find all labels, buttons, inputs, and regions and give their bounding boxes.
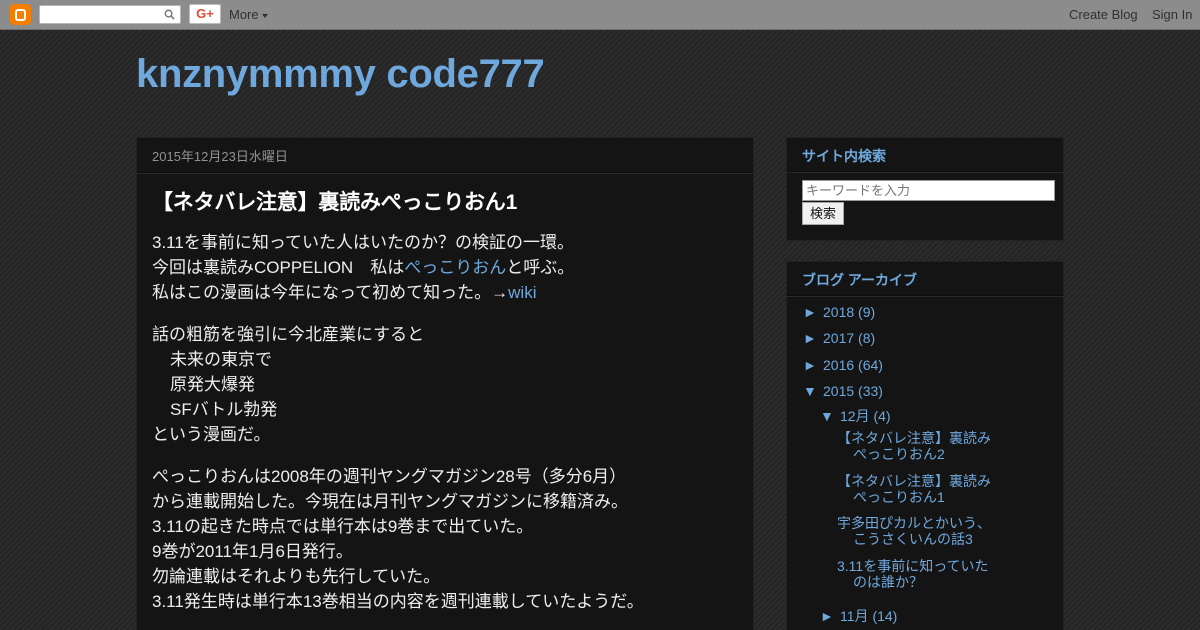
text-line: 未来の東京で [170, 350, 272, 369]
archive-count: (8) [858, 330, 876, 346]
archive-year-2015[interactable]: ▼ 2015 (33) [803, 383, 883, 399]
more-label: More [229, 7, 259, 22]
archive-year-2018[interactable]: ► 2018 (9) [803, 304, 875, 320]
expand-arrow-icon[interactable]: ► [820, 608, 840, 624]
blogger-logo-icon[interactable] [10, 4, 31, 25]
archive-count: (14) [872, 608, 898, 624]
site-search-widget: サイト内検索 検索 [786, 137, 1064, 241]
text-line: という漫画だ。 [152, 425, 271, 444]
collapse-arrow-icon[interactable]: ▼ [820, 408, 840, 424]
search-icon[interactable] [164, 9, 175, 20]
archive-month-november[interactable]: ► 11月 (14) [820, 606, 897, 626]
expand-arrow-icon[interactable]: ► [803, 357, 823, 373]
pekkorion-link[interactable]: ぺっこりおん [404, 258, 506, 277]
archive-month-december[interactable]: ▼ 12月 (4) [820, 406, 891, 426]
text-line: 話の粗筋を強引に今北産業にすると [152, 325, 425, 344]
archive-label[interactable]: 2017 [823, 330, 854, 346]
text-line: から連載開始した。今現在は月刊ヤングマガジンに移籍済み。 [152, 492, 628, 511]
archive-year-2017[interactable]: ► 2017 (8) [803, 330, 875, 346]
archive-label[interactable]: 2018 [823, 304, 854, 320]
archive-count: (4) [873, 408, 891, 424]
text-line: 勿論連載はそれよりも先行していた。 [152, 567, 441, 586]
archive-post-link[interactable]: 3.11を事前に知っていたのは誰か？ [837, 558, 997, 590]
archive-label[interactable]: 2015 [823, 383, 854, 399]
widget-title: サイト内検索 [787, 138, 1063, 172]
archive-count: (9) [858, 304, 876, 320]
collapse-arrow-icon[interactable]: ▼ [803, 383, 823, 399]
archive-label[interactable]: 11月 [840, 608, 869, 624]
search-button[interactable]: 検索 [802, 202, 844, 225]
post-date: 2015年12月23日水曜日 [137, 138, 753, 173]
main-column: 2015年12月23日水曜日 【ネタバレ注意】裏読みぺっこりおん1 3.11を事… [136, 137, 754, 630]
more-menu[interactable]: More [229, 7, 268, 22]
paragraph-history: ぺっこりおんは2008年の週刊ヤングマガジン28号（多分6月） から連載開始した… [152, 464, 738, 614]
text-fragment: と呼ぶ。 [506, 258, 575, 277]
divider [787, 296, 1063, 297]
google-plus-button[interactable]: G+ [189, 4, 221, 24]
text-line: 3.11を事前に知っていた人はいたのか？の検証の一環。 [152, 233, 574, 252]
archive-post-link[interactable]: 【ネタバレ注意】裏読みぺっこりおん1 [837, 473, 997, 505]
archive-count: (33) [858, 383, 883, 399]
archive-label[interactable]: 12月 [840, 408, 870, 424]
wiki-link[interactable]: wiki [508, 283, 536, 302]
paragraph-summary: 話の粗筋を強引に今北産業にすると 未来の東京で 原発大爆発 SFバトル勃発 とい… [152, 322, 738, 447]
archive-year-2016[interactable]: ► 2016 (64) [803, 357, 883, 373]
keyword-search-input[interactable] [802, 180, 1055, 201]
expand-arrow-icon[interactable]: ► [803, 304, 823, 320]
divider [787, 172, 1063, 173]
create-blog-link[interactable]: Create Blog [1069, 7, 1138, 22]
text-line: 今回は裏読みCOPPELION 私はぺっこりおんと呼ぶ。 [152, 255, 738, 280]
paragraph-intro: 3.11を事前に知っていた人はいたのか？の検証の一環。 今回は裏読みCOPPEL… [152, 230, 738, 305]
expand-arrow-icon[interactable]: ► [803, 330, 823, 346]
blog-archive-widget: ブログ アーカイブ ► 2018 (9) ► 2017 (8) ► 2016 (64)… [786, 261, 1064, 630]
widget-title: ブログ アーカイブ [787, 262, 1063, 296]
blog-title[interactable]: knznymmmy code777 [136, 52, 545, 97]
text-fragment: 私はこの漫画は今年になって初めて知った。→ [152, 283, 509, 302]
text-fragment: 今回は裏読みCOPPELION 私は [152, 258, 405, 277]
text-line: 原発大爆発 [170, 375, 255, 394]
archive-post-link[interactable]: 宇多田ぴカルとかいう、こうさくいんの話3 [837, 515, 997, 547]
text-line: 9巻が2011年1月6日発行。 [152, 542, 353, 561]
post-body: 【ネタバレ注意】裏読みぺっこりおん1 3.11を事前に知っていた人はいたのか？の… [137, 174, 753, 630]
archive-count: (64) [858, 357, 883, 373]
text-line: 3.11発生時は単行本13巻相当の内容を週刊連載していたようだ。 [152, 592, 644, 611]
sign-in-link[interactable]: Sign In [1152, 7, 1192, 22]
text-line: SFバトル勃発 [170, 400, 278, 419]
text-line: 私はこの漫画は今年になって初めて知った。→wiki [152, 280, 738, 305]
text-line: ぺっこりおんは2008年の週刊ヤングマガジン28号（多分6月） [152, 467, 627, 486]
navbar-search-input[interactable] [39, 5, 181, 24]
chevron-down-icon [261, 13, 268, 18]
archive-post-link[interactable]: 【ネタバレ注意】裏読みぺっこりおん2 [837, 430, 997, 462]
blogger-navbar: G+ More Create Blog Sign In [0, 0, 1200, 30]
post-title[interactable]: 【ネタバレ注意】裏読みぺっこりおん1 [152, 186, 738, 216]
archive-label[interactable]: 2016 [823, 357, 854, 373]
text-line: 3.11の起きた時点では単行本は9巻まで出ていた。 [152, 517, 534, 536]
